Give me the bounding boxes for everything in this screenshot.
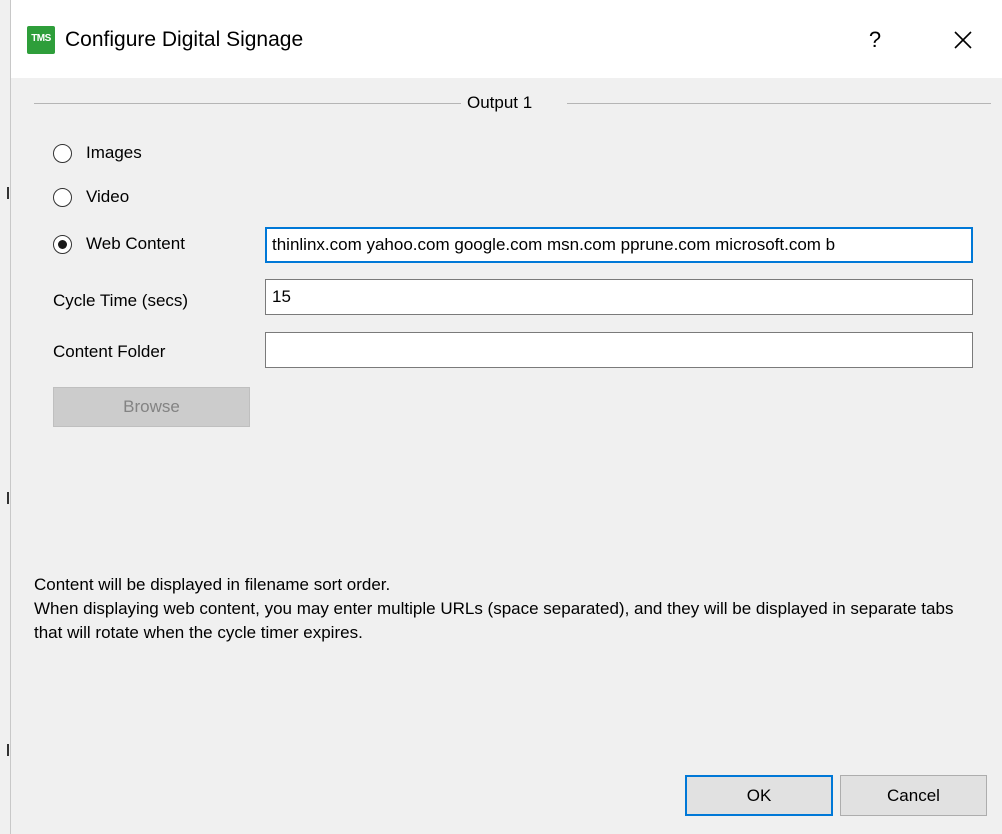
background-edge-mark	[7, 187, 9, 199]
app-icon: TMS	[27, 26, 55, 54]
radio-button-checked-icon[interactable]	[53, 234, 72, 254]
web-content-urls-input[interactable]: thinlinx.com yahoo.com google.com msn.co…	[265, 227, 973, 263]
group-box-line-left	[34, 103, 461, 104]
radio-images-label[interactable]: Images	[86, 142, 142, 164]
radio-button-icon[interactable]	[53, 187, 72, 207]
help-text: Content will be displayed in filename so…	[34, 573, 984, 645]
radio-video-label[interactable]: Video	[86, 186, 129, 208]
help-text-line-sort-order: Content will be displayed in filename so…	[34, 575, 391, 594]
configure-digital-signage-dialog: TMS Configure Digital Signage ? Output 1…	[10, 0, 1002, 834]
background-edge-mark	[7, 744, 9, 756]
cancel-button[interactable]: Cancel	[840, 775, 987, 816]
radio-web-content[interactable]: Web Content	[53, 231, 185, 257]
help-button[interactable]: ?	[861, 20, 889, 60]
background-edge-mark	[7, 492, 9, 504]
content-folder-input[interactable]	[265, 332, 973, 368]
radio-images[interactable]: Images	[53, 140, 142, 166]
radio-video[interactable]: Video	[53, 184, 129, 210]
group-box-line-right	[567, 103, 991, 104]
dialog-title: Configure Digital Signage	[65, 28, 304, 51]
cycle-time-input[interactable]: 15	[265, 279, 973, 315]
browse-button[interactable]: Browse	[53, 387, 250, 427]
ok-button[interactable]: OK	[685, 775, 833, 816]
title-bar[interactable]: TMS Configure Digital Signage ?	[11, 0, 1002, 78]
help-text-line-web-content: When displaying web content, you may ent…	[34, 599, 954, 642]
content-folder-label: Content Folder	[53, 342, 166, 361]
cycle-time-label: Cycle Time (secs)	[53, 291, 189, 310]
close-icon	[954, 31, 972, 49]
radio-button-icon[interactable]	[53, 143, 72, 163]
group-box-title: Output 1	[467, 93, 533, 112]
radio-web-content-label[interactable]: Web Content	[86, 233, 185, 255]
close-button[interactable]	[943, 20, 983, 60]
